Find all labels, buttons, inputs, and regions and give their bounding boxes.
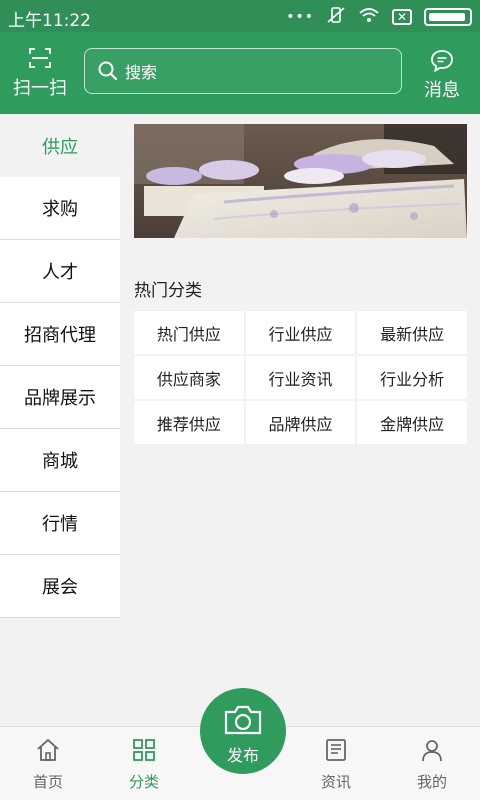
tab-category[interactable]: 分类 <box>96 737 192 792</box>
signal-dots-icon: ••• <box>286 9 314 25</box>
status-icons: ••• ✕ <box>286 6 472 28</box>
banner-image[interactable] <box>134 124 467 238</box>
sidebar-item-brand[interactable]: 品牌展示 <box>0 366 120 429</box>
search-icon <box>98 61 118 81</box>
tab-news-label: 资讯 <box>320 773 351 791</box>
scan-button[interactable]: 扫一扫 <box>8 46 72 100</box>
search-placeholder: 搜索 <box>125 63 158 82</box>
camera-icon <box>224 705 262 735</box>
scan-icon <box>28 46 52 70</box>
category-item[interactable]: 行业分析 <box>357 356 467 399</box>
category-item[interactable]: 推荐供应 <box>134 401 244 444</box>
category-grid: 热门供应 行业供应 最新供应 供应商家 行业资讯 行业分析 推荐供应 品牌供应 … <box>134 311 467 444</box>
status-bar: 上午11:22 ••• ✕ <box>0 0 480 32</box>
message-label: 消息 <box>424 80 460 101</box>
sidebar-item-franchise[interactable]: 招商代理 <box>0 303 120 366</box>
tab-category-label: 分类 <box>128 773 159 791</box>
tab-mine-label: 我的 <box>416 773 447 791</box>
no-sim-icon: ✕ <box>392 9 412 25</box>
vibrate-off-icon <box>326 6 346 28</box>
scan-label: 扫一扫 <box>13 78 67 99</box>
category-item[interactable]: 供应商家 <box>134 356 244 399</box>
sidebar-item-mall[interactable]: 商城 <box>0 429 120 492</box>
sidebar-item-talent[interactable]: 人才 <box>0 240 120 303</box>
tab-home-label: 首页 <box>32 773 63 791</box>
battery-icon <box>424 8 472 26</box>
status-time: 上午11:22 <box>8 11 91 31</box>
news-icon <box>326 739 346 761</box>
tab-news[interactable]: 资讯 <box>288 737 384 792</box>
sidebar-item-purchase[interactable]: 求购 <box>0 177 120 240</box>
sidebar-item-market[interactable]: 行情 <box>0 492 120 555</box>
sidebar-item-exhibition[interactable]: 展会 <box>0 555 120 618</box>
wifi-icon <box>358 6 380 28</box>
home-icon <box>37 738 59 761</box>
message-button[interactable]: 消息 <box>420 48 464 102</box>
tab-mine[interactable]: 我的 <box>384 737 480 792</box>
sidebar-item-supply[interactable]: 供应 <box>0 114 120 177</box>
category-item[interactable]: 品牌供应 <box>245 401 356 444</box>
category-item[interactable]: 热门供应 <box>134 311 244 354</box>
publish-label: 发布 <box>226 746 259 765</box>
category-item[interactable]: 行业资讯 <box>245 356 356 399</box>
user-icon <box>422 740 442 762</box>
category-item[interactable]: 金牌供应 <box>357 401 467 444</box>
category-item[interactable]: 最新供应 <box>357 311 467 354</box>
category-item[interactable]: 行业供应 <box>245 311 356 354</box>
category-sidebar: 供应 求购 人才 招商代理 品牌展示 商城 行情 展会 <box>0 114 120 618</box>
chat-bubble-icon <box>429 48 455 74</box>
app-header: 扫一扫 搜索 消息 <box>0 32 480 114</box>
section-title: 热门分类 <box>134 281 202 301</box>
grid-icon <box>133 739 155 761</box>
tab-home[interactable]: 首页 <box>0 737 96 792</box>
search-input[interactable]: 搜索 <box>84 48 402 94</box>
publish-button[interactable]: 发布 <box>200 688 286 774</box>
